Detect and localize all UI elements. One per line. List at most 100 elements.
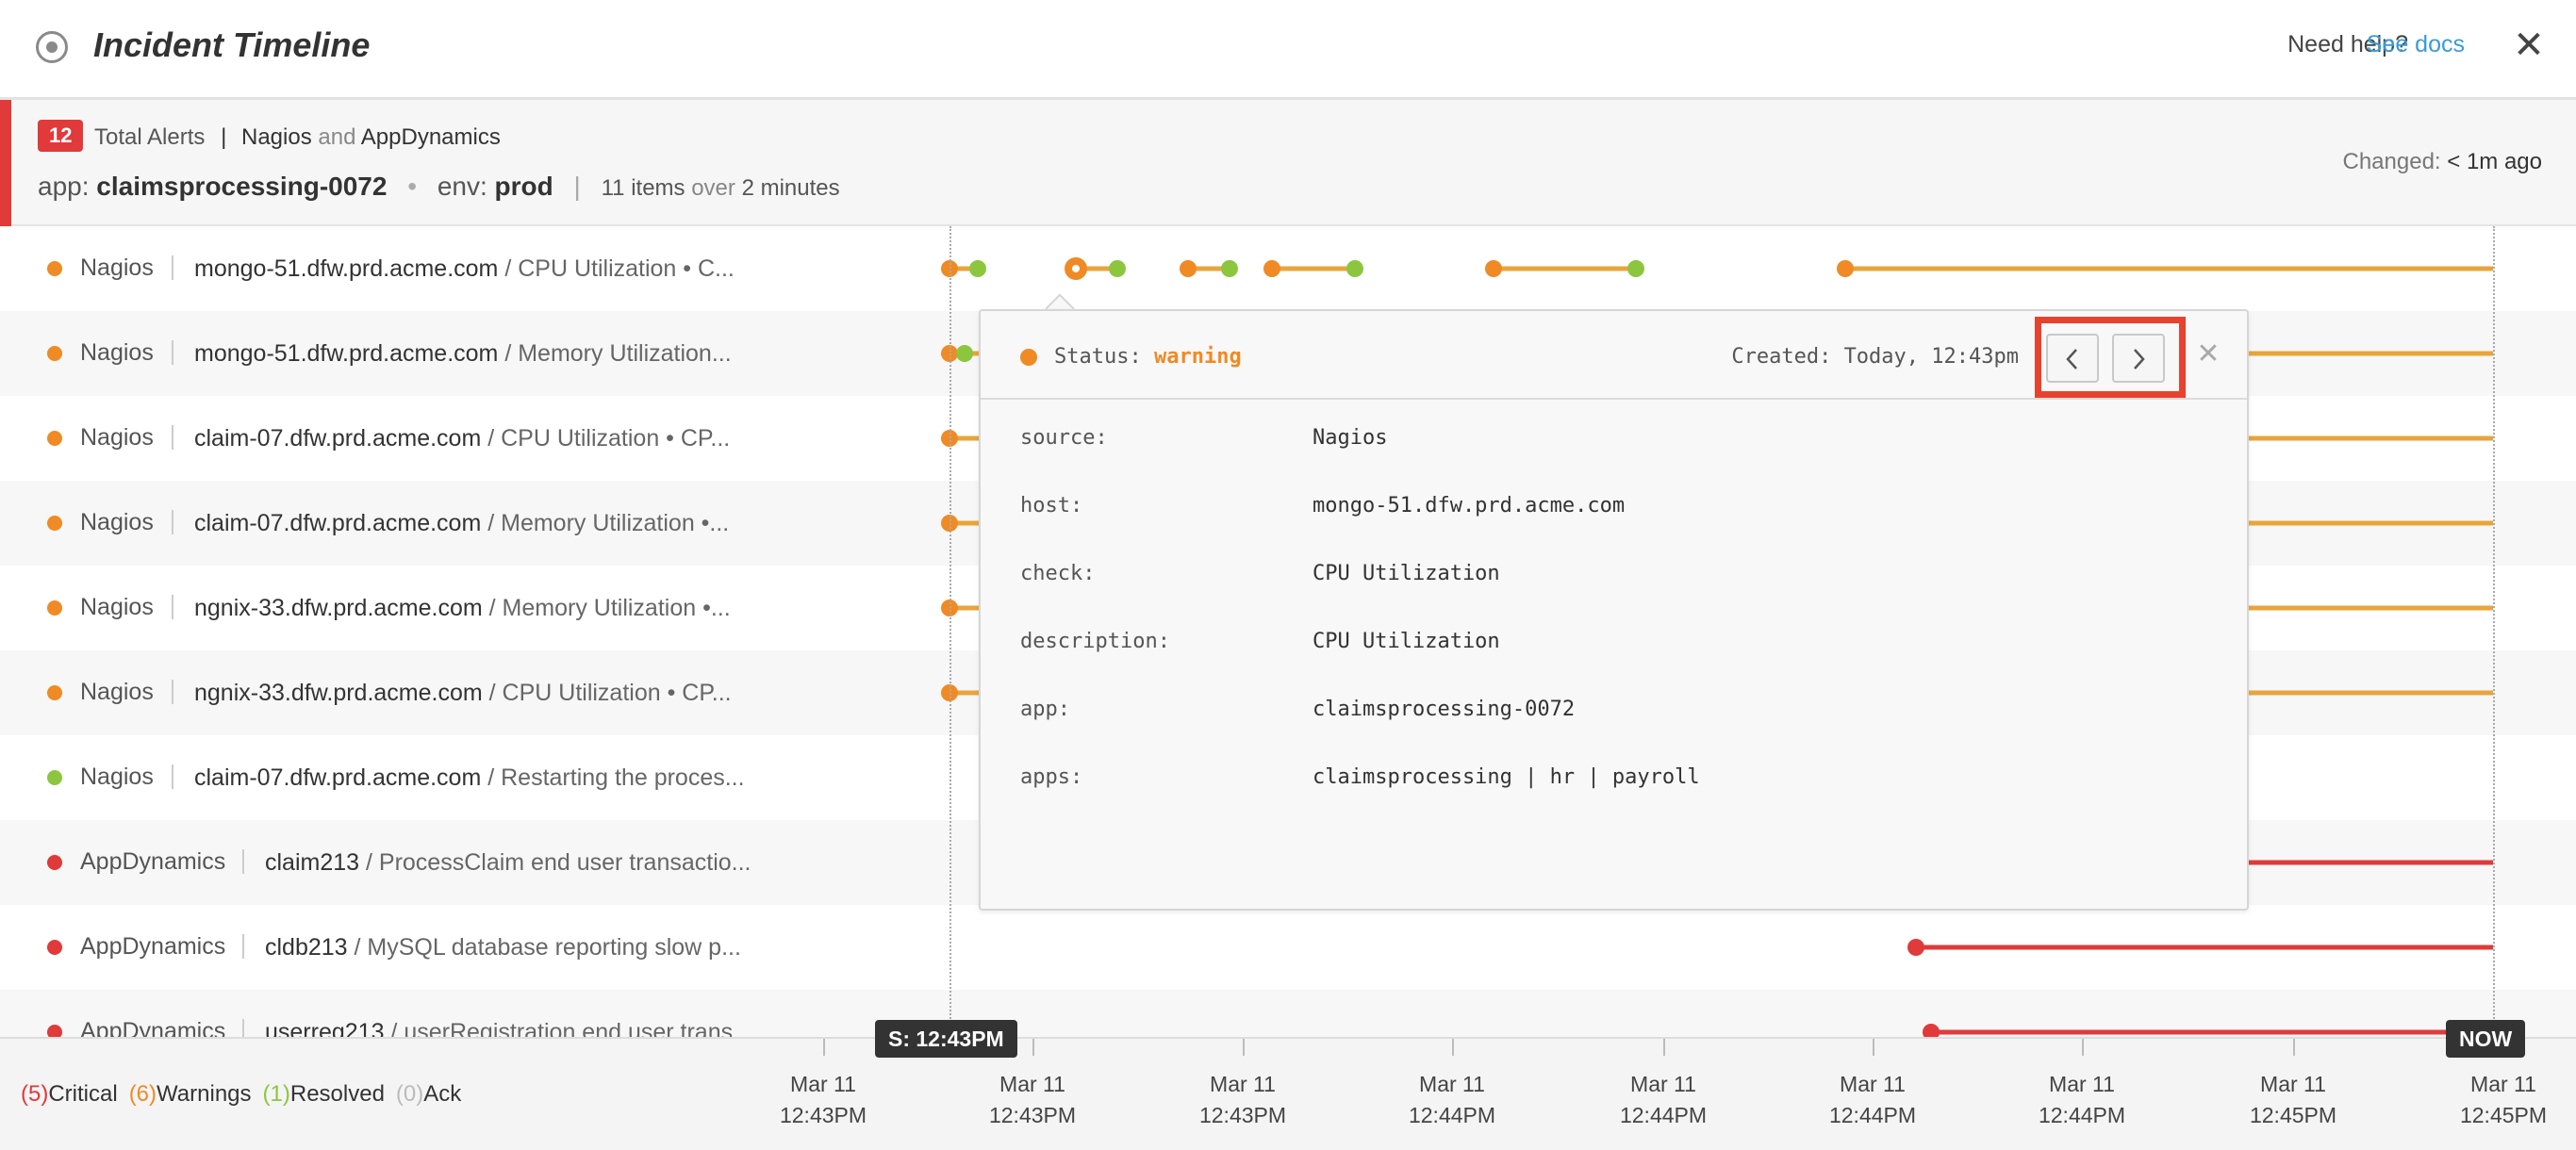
see-docs-link[interactable]: See docs [2367,31,2465,58]
alert-sources: Nagios and AppDynamics [241,124,501,151]
now-pill: NOW [2446,1020,2526,1058]
legend-item-ack[interactable]: (0)Ack [396,1081,461,1107]
dot-separator: • [407,172,418,201]
source-b: AppDynamics [360,124,501,150]
field-value: claimsprocessing | hr | payroll [1313,765,1700,789]
axis-tick-label: Mar 11 12:44PM [1807,1069,1939,1131]
timeline-point[interactable] [1485,260,1502,277]
and-text: and [318,124,356,150]
summary-pipe: | [221,124,227,150]
tick-date: Mar 11 [999,1072,1065,1096]
field-key: app: [1020,698,1070,721]
timeline-point[interactable] [1109,260,1126,277]
axis-tick [1452,1039,1454,1056]
tick-date: Mar 11 [1840,1072,1906,1096]
chevron-left-icon [2066,349,2077,370]
status-dot-icon [1020,349,1037,366]
field-key: check: [1020,562,1096,585]
timeline-axis: (5)Critical (6)Warnings (1)Resolved (0)Ack … [0,1020,2576,1150]
alert-detail-popover: Status: warning Created: Today, 12:43pm … [979,309,2249,911]
items-summary: 11 items over 2 minutes [602,175,840,201]
field-value: Nagios [1313,426,1388,450]
radio-target-icon [36,31,68,63]
timeline-point[interactable] [1907,939,1924,956]
tick-time: 12:45PM [2249,1103,2337,1127]
legend-count: (5) [21,1081,49,1107]
tick-date: Mar 11 [1419,1072,1485,1096]
timeline-point[interactable] [1221,260,1238,277]
env-value: prod [494,172,553,201]
axis-tick-label: Mar 11 12:43PM [757,1069,889,1131]
app-value: claimsprocessing-0072 [96,172,388,201]
page-title: Incident Timeline [93,25,371,64]
total-alerts-text: Total Alerts [94,124,206,150]
total-alerts-label: Total Alerts | [94,124,236,151]
tick-time: 12:44PM [2038,1103,2126,1127]
timeline-point[interactable] [1346,260,1363,277]
timeline-point[interactable] [969,260,986,277]
alert-summary: 12 Total Alerts | Nagios and AppDynamics… [0,100,2576,226]
close-icon[interactable]: ✕ [2194,339,2222,370]
axis-tick-label: Mar 11 12:43PM [966,1069,1098,1131]
timeline-point[interactable] [1837,260,1854,277]
field-value: CPU Utilization [1313,630,1500,653]
axis-tick [1243,1039,1245,1056]
axis-tick-label: Mar 11 12:44PM [2016,1069,2148,1131]
legend-item-critical[interactable]: (5)Critical [21,1081,118,1107]
duration: 2 minutes [741,175,840,201]
created-time: Created: Today, 12:43pm [1731,345,2019,369]
field-value: CPU Utilization [1313,562,1500,585]
timeline-point[interactable] [1263,260,1280,277]
tick-date: Mar 11 [790,1072,856,1096]
axis-tick [2293,1039,2295,1056]
status-value: warning [1153,345,1242,369]
next-alert-button[interactable] [2112,334,2165,383]
tick-time: 12:43PM [779,1103,867,1127]
previous-alert-button[interactable] [2046,334,2099,383]
legend-item-warning[interactable]: (6)Warnings [129,1081,252,1107]
status-label: Status: [1054,345,1142,369]
incident-timeline-page: Incident Timeline Need help? See docs ✕ … [0,0,2576,1150]
tick-time: 12:44PM [1828,1103,1917,1127]
legend-label: Critical [48,1081,118,1107]
tick-time: 12:44PM [1619,1103,1708,1127]
close-icon[interactable]: ✕ [2510,25,2548,66]
timeline-point[interactable] [956,345,973,362]
legend-count: (0) [395,1081,424,1107]
tick-date: Mar 11 [1210,1072,1276,1096]
tick-date: Mar 11 [2260,1072,2326,1096]
timeline-point[interactable] [1923,1024,1940,1037]
tick-date: Mar 11 [1630,1072,1696,1096]
legend-item-resolved[interactable]: (1)Resolved [263,1081,385,1107]
chevron-right-icon [2134,349,2145,370]
axis-tick-label: Mar 11 12:43PM [1177,1069,1309,1131]
items-count: 11 items [601,175,685,201]
tick-time: 12:43PM [988,1103,1077,1127]
pipe-separator: | [573,172,581,201]
source-a: Nagios [241,124,312,150]
status-legend: (5)Critical (6)Warnings (1)Resolved (0)Ack [21,1081,472,1108]
legend-label: Warnings [157,1081,252,1107]
axis-tick [1873,1039,1874,1056]
header: Incident Timeline Need help? See docs ✕ [0,0,2576,100]
axis-tick-label: Mar 11 12:45PM [2437,1069,2569,1131]
popover-header: Status: warning Created: Today, 12:43pm … [981,311,2247,400]
nav-highlight-box [2035,317,2186,398]
now-marker-line [2493,226,2495,1037]
timeline-point[interactable] [1180,260,1197,277]
field-key: source: [1020,426,1108,450]
timeline-point[interactable] [1627,260,1644,277]
legend-count: (1) [262,1081,290,1107]
legend-label: Resolved [289,1081,385,1107]
legend-count: (6) [128,1081,157,1107]
axis-tick-label: Mar 11 12:45PM [2227,1069,2359,1131]
axis-tick [1663,1039,1665,1056]
axis-tick-label: Mar 11 12:44PM [1597,1069,1729,1131]
changed-value: < 1m ago [2447,149,2542,174]
field-key: apps: [1020,765,1083,789]
tick-time: 12:45PM [2459,1103,2548,1127]
app-label: app: [38,172,90,201]
alert-count-badge: 12 [38,120,84,152]
start-marker-line [949,226,951,1037]
axis-tick [823,1039,825,1056]
